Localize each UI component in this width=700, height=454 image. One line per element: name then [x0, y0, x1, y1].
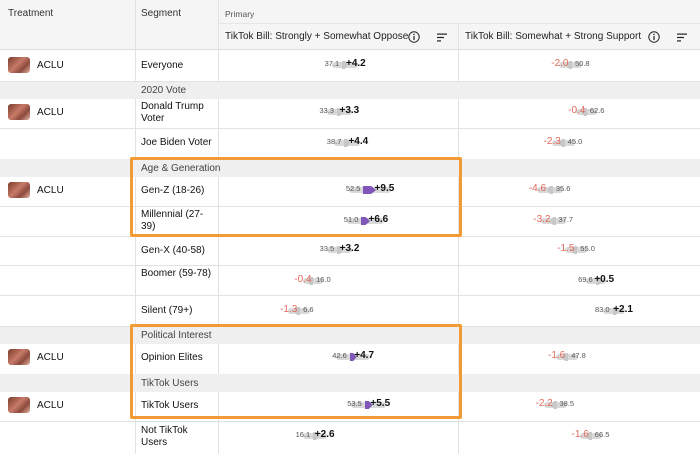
- baseline-value: 55.0: [580, 244, 595, 253]
- baseline-value: 38.5: [559, 399, 575, 408]
- highlight-box-age-generation: [130, 157, 462, 237]
- support-metric-cell[interactable]: 45.0 -2.3: [0, 136, 700, 150]
- table-header: [0, 0, 700, 50]
- support-metric-cell[interactable]: 62.6 -0.4: [0, 105, 700, 119]
- change-value: -2.2: [535, 398, 553, 409]
- row-divider: [0, 128, 700, 129]
- primary-group-header: Primary: [225, 9, 255, 19]
- change-value: -0.4: [568, 105, 586, 116]
- section-header-2020-vote: [0, 81, 700, 99]
- baseline-value: 69.6: [578, 275, 593, 284]
- highlight-box-political-tiktok: [130, 324, 462, 419]
- baseline-value: 47.8: [571, 351, 586, 360]
- info-circle-icon[interactable]: [648, 31, 660, 43]
- row-divider: [0, 421, 700, 422]
- change-value: -4.6: [528, 183, 547, 194]
- support-metric-cell[interactable]: 50.8 -2.0: [0, 58, 700, 72]
- change-arrow: [549, 217, 556, 225]
- segment-column-header[interactable]: Segment: [141, 8, 181, 19]
- sort-lines-icon[interactable]: [437, 33, 447, 42]
- change-value: -2.3: [543, 136, 561, 147]
- row-divider: [0, 265, 700, 266]
- row-divider: [0, 81, 700, 82]
- change-value: +2.1: [613, 304, 633, 315]
- baseline-value: 35.6: [555, 184, 571, 193]
- change-value: -1.6: [547, 350, 566, 361]
- support-metric-cell[interactable]: 69.6 +0.5: [0, 274, 700, 288]
- baseline-value: 50.8: [575, 59, 590, 68]
- support-metric-header[interactable]: TikTok Bill: Somewhat + Strong Support: [465, 31, 641, 42]
- oppose-metric-header[interactable]: TikTok Bill: Strongly + Somewhat Oppose: [225, 31, 408, 42]
- baseline-value: 37.7: [558, 215, 574, 224]
- primary-header-divider: [218, 23, 700, 24]
- support-metric-cell[interactable]: 83.0 +2.1: [0, 304, 700, 318]
- baseline-value: 83.0: [594, 305, 610, 314]
- row-divider: [0, 295, 700, 296]
- change-value: +0.5: [594, 274, 615, 285]
- change-value: -1.5: [557, 243, 575, 254]
- change-arrow: [546, 186, 553, 194]
- support-metric-cell[interactable]: 55.0 -1.5: [0, 243, 700, 257]
- baseline-value: 66.5: [594, 430, 610, 439]
- treatment-column-header[interactable]: Treatment: [8, 8, 53, 19]
- baseline-value: 45.0: [567, 137, 583, 146]
- change-value: -3.2: [533, 214, 551, 225]
- sort-lines-icon[interactable]: [677, 33, 687, 42]
- support-metric-cell[interactable]: 66.5 -1.6: [0, 429, 700, 443]
- section-label: 2020 Vote: [141, 85, 187, 96]
- baseline-value: 62.6: [589, 106, 605, 115]
- info-circle-icon[interactable]: [408, 31, 420, 43]
- change-value: -1.6: [571, 429, 589, 440]
- change-value: -2.0: [551, 58, 569, 69]
